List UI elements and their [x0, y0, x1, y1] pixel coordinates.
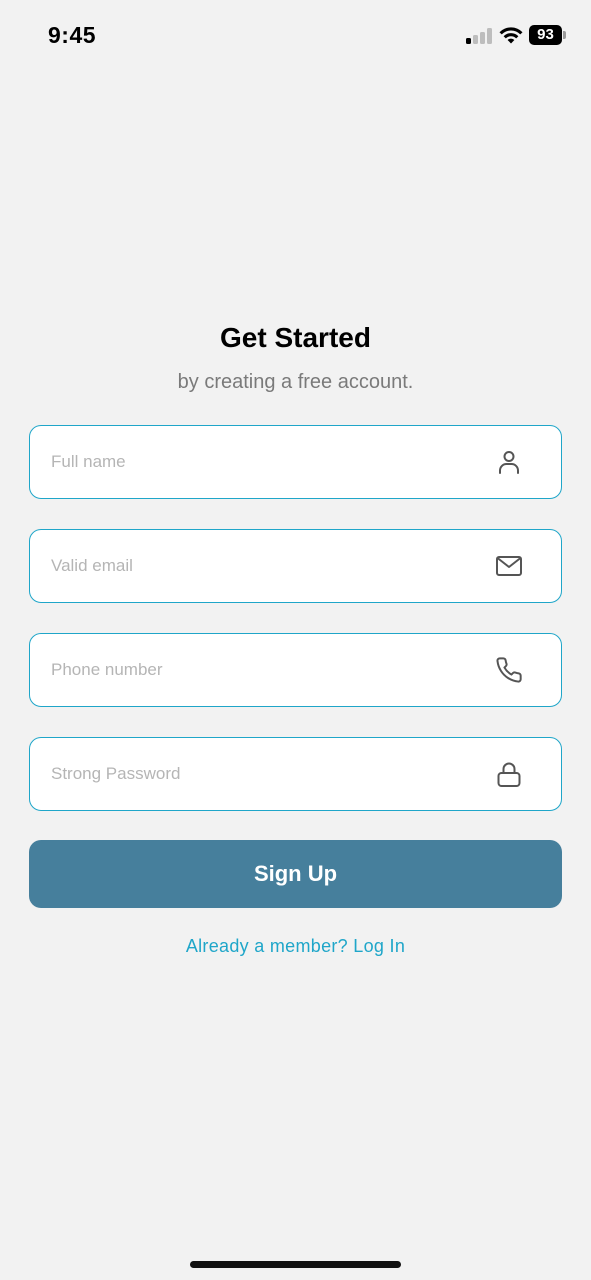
- email-field[interactable]: [29, 529, 562, 603]
- email-input[interactable]: [51, 530, 491, 601]
- login-link[interactable]: Already a member? Log In: [0, 936, 591, 957]
- phone-input[interactable]: [51, 634, 491, 705]
- page-subtitle: by creating a free account.: [177, 371, 414, 393]
- wifi-icon: [499, 27, 523, 44]
- battery-tip: [563, 31, 566, 39]
- full-name-input[interactable]: [51, 426, 491, 497]
- lock-icon: [497, 762, 521, 787]
- home-indicator[interactable]: [190, 1261, 401, 1268]
- phone-icon: [496, 657, 522, 683]
- phone-field[interactable]: [29, 633, 562, 707]
- mail-icon: [496, 556, 522, 576]
- status-time: 9:45: [48, 22, 97, 48]
- password-field[interactable]: [29, 737, 562, 811]
- page-title: Get Started: [220, 322, 371, 353]
- battery-icon: 93: [529, 25, 562, 45]
- password-input[interactable]: [51, 738, 491, 809]
- full-name-field[interactable]: [29, 425, 562, 499]
- user-icon: [499, 451, 519, 474]
- sign-up-button[interactable]: Sign Up: [29, 840, 562, 908]
- cellular-signal-icon: [466, 27, 492, 44]
- status-bar: 9:45 93: [0, 0, 591, 70]
